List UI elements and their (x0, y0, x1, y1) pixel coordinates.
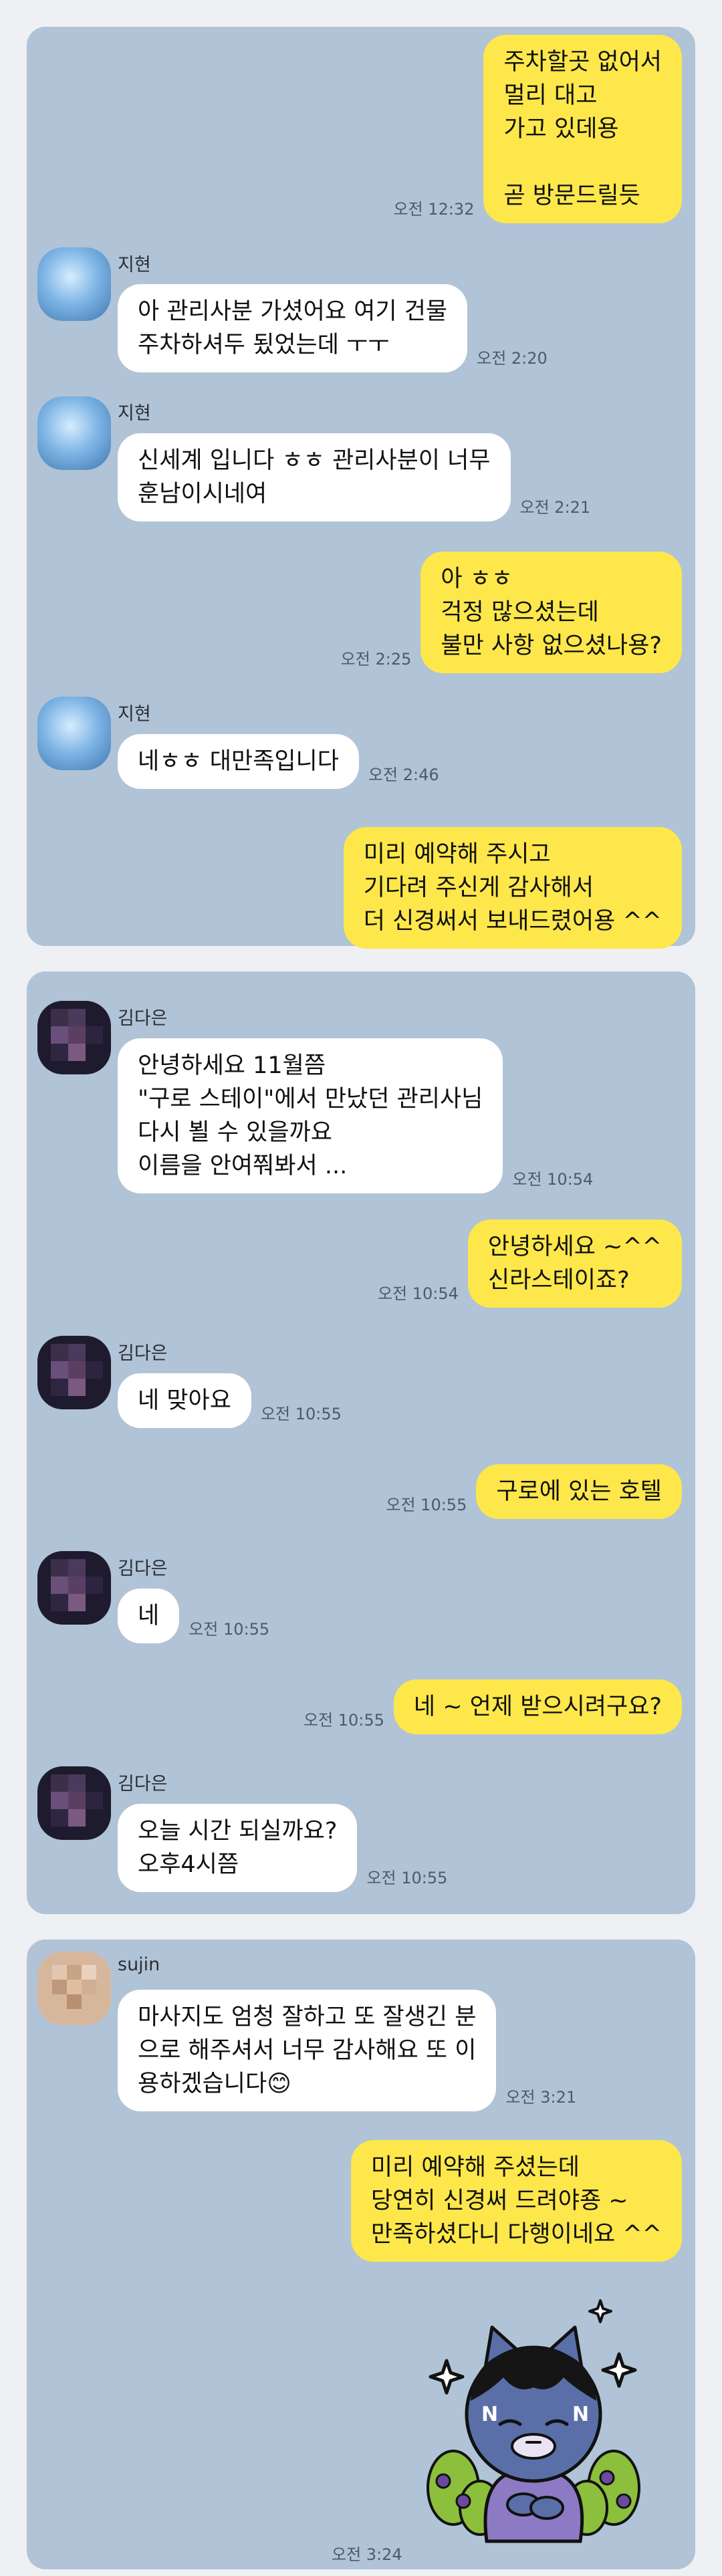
message-incoming: 안녕하세요 11월쯤 "구로 스테이"에서 만났던 관리사님 다시 뵐 수 있을… (118, 1038, 602, 1193)
avatar[interactable] (37, 1766, 111, 1840)
avatar[interactable] (37, 396, 111, 470)
message-time: 오전 10:54 (512, 1170, 594, 1189)
message-time: 오전 10:55 (260, 1405, 342, 1423)
message-bubble[interactable]: 안녕하세요 11월쯤 "구로 스테이"에서 만났던 관리사님 다시 뵐 수 있을… (118, 1038, 503, 1193)
message-time: 오전 10:55 (303, 1711, 384, 1730)
message-time: 오전 2:25 (340, 650, 412, 669)
message-time: 오전 10:55 (386, 1496, 467, 1514)
sender-name: sujin (118, 1954, 160, 1975)
message-outgoing: 미리 예약해 주시고 기다려 주신게 감사해서 더 신경써서 보내드렸어용 ^^ (343, 827, 682, 949)
message-time: 오전 2:46 (368, 766, 439, 784)
message-time: 오전 2:20 (477, 349, 548, 368)
sender-name: 지현 (118, 403, 151, 424)
avatar[interactable] (37, 247, 111, 321)
message-bubble[interactable]: 마사지도 엄청 잘하고 또 잘생긴 분 으로 해주셔서 너무 감사해요 또 이 … (118, 1990, 497, 2111)
kakao-character-icon: N N (427, 2299, 640, 2543)
sender-name: 김다은 (118, 1008, 168, 1029)
message-time: 오전 10:54 (377, 1284, 459, 1303)
message-bubble[interactable]: 주차할곳 없어서 멀리 대고 가고 있데용 곧 방문드릴듯 (483, 35, 682, 223)
message-incoming: 아 관리사분 가셨어요 여기 건물 주차하셔두 됬었는데 ㅜㅜ 오전 2:20 (118, 284, 557, 372)
message-bubble[interactable]: 아 관리사분 가셨어요 여기 건물 주차하셔두 됬었는데 ㅜㅜ (118, 284, 468, 372)
message-bubble[interactable]: 구로에 있는 호텔 (476, 1464, 682, 1519)
message-time: 오전 10:55 (366, 1869, 448, 1887)
message-outgoing: 구로에 있는 호텔 오전 10:55 (376, 1464, 682, 1519)
message-outgoing: 아 ㅎㅎ 걱정 많으셨는데 불만 사항 없으셨나용? 오전 2:25 (332, 552, 682, 673)
character-sticker[interactable]: N N (406, 2287, 660, 2548)
message-incoming: 네 맞아요 오전 10:55 (118, 1373, 351, 1428)
sender-name: 지현 (118, 704, 151, 725)
avatar[interactable] (37, 1336, 111, 1409)
avatar[interactable] (37, 697, 111, 770)
message-bubble[interactable]: 네ㅎㅎ 대만족입니다 (118, 734, 359, 789)
chat-screenshot-jihyeon: 주차할곳 없어서 멀리 대고 가고 있데용 곧 방문드릴듯 오전 12:32 지… (27, 27, 695, 949)
message-incoming: 오늘 시간 되실까요? 오후4시쯤 오전 10:55 (118, 1804, 457, 1892)
sender-name: 김다은 (118, 1774, 168, 1794)
message-bubble[interactable]: 미리 예약해 주시고 기다려 주신게 감사해서 더 신경써서 보내드렸어용 ^^ (343, 827, 682, 949)
message-bubble[interactable]: 네 (118, 1589, 180, 1643)
message-bubble[interactable]: 오늘 시간 되실까요? 오후4시쯤 (118, 1804, 358, 1892)
message-incoming: 마사지도 엄청 잘하고 또 잘생긴 분 으로 해주셔서 너무 감사해요 또 이 … (118, 1990, 586, 2111)
avatar[interactable] (37, 1952, 111, 2025)
message-time: 오전 2:21 (519, 498, 591, 517)
message-incoming: 네 오전 10:55 (118, 1589, 279, 1643)
message-incoming: 네ㅎㅎ 대만족입니다 오전 2:46 (118, 734, 449, 789)
message-time: 오전 12:32 (393, 200, 475, 219)
message-outgoing: 안녕하세요 ~^^ 신라스테이죠? 오전 10:54 (368, 1219, 682, 1308)
message-time: 오전 3:24 (332, 2545, 402, 2564)
chat-screenshot-kimdaeun: 김다은 안녕하세요 11월쯤 "구로 스테이"에서 만났던 관리사님 다시 뵐 … (27, 971, 695, 1914)
avatar[interactable] (37, 1551, 111, 1625)
message-incoming: 신세계 입니다 ㅎㅎ 관리사분이 너무 훈남이시네여 오전 2:21 (118, 433, 600, 521)
chat-screenshot-sujin: sujin 마사지도 엄청 잘하고 또 잘생긴 분 으로 해주셔서 너무 감사해… (27, 1940, 695, 2569)
message-outgoing: 네 ~ 언제 받으시려구요? 오전 10:55 (294, 1679, 682, 1734)
message-bubble[interactable]: 안녕하세요 ~^^ 신라스테이죠? (467, 1219, 682, 1308)
sender-name: 지현 (118, 255, 151, 275)
message-bubble[interactable]: 네 ~ 언제 받으시려구요? (393, 1679, 682, 1734)
message-bubble[interactable]: 미리 예약해 주셨는데 당연히 신경써 드려야죵 ~ 만족하셨다니 다행이네요 … (350, 2140, 682, 2262)
message-time: 오전 3:21 (505, 2088, 577, 2107)
svg-text:N: N (481, 2403, 498, 2426)
message-bubble[interactable]: 신세계 입니다 ㅎㅎ 관리사분이 너무 훈남이시네여 (118, 433, 511, 521)
svg-text:N: N (572, 2403, 589, 2426)
sender-name: 김다은 (118, 1558, 168, 1579)
message-bubble[interactable]: 아 ㅎㅎ 걱정 많으셨는데 불만 사항 없으셨나용? (420, 552, 682, 673)
message-outgoing: 미리 예약해 주셨는데 당연히 신경써 드려야죵 ~ 만족하셨다니 다행이네요 … (350, 2140, 682, 2262)
message-bubble[interactable]: 네 맞아요 (118, 1373, 251, 1428)
message-outgoing: 주차할곳 없어서 멀리 대고 가고 있데용 곧 방문드릴듯 오전 12:32 (384, 35, 682, 223)
sender-name: 김다은 (118, 1343, 168, 1364)
avatar[interactable] (37, 1001, 111, 1074)
message-time: 오전 10:55 (189, 1620, 270, 1639)
